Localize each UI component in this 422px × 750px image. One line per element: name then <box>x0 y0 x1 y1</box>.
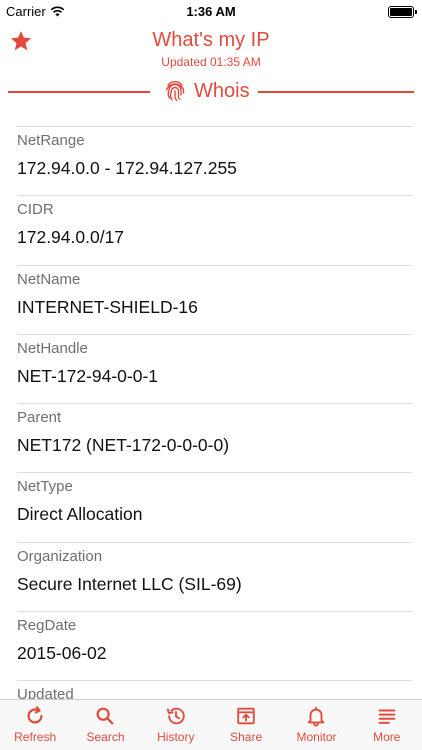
whois-row[interactable]: CIDR 172.94.0.0/17 <box>17 196 412 266</box>
app-header: What's my IP Updated 01:35 AM <box>0 24 422 72</box>
whois-value: 2015-06-02 <box>17 643 107 664</box>
whois-key: NetName <box>17 270 81 288</box>
section-label: Whois <box>194 79 250 102</box>
battery-icon <box>388 6 417 18</box>
refresh-icon <box>27 706 43 724</box>
whois-key: NetType <box>17 478 73 496</box>
history-icon <box>166 707 185 725</box>
whois-value: Secure Internet LLC (SIL-69) <box>17 573 242 594</box>
tab-more[interactable]: More <box>352 700 422 750</box>
menu-icon <box>378 709 396 724</box>
whois-row[interactable]: NetHandle NET-172-94-0-0-1 <box>17 335 412 405</box>
whois-key: Organization <box>17 547 103 565</box>
tab-history-label: History <box>157 730 195 744</box>
tab-monitor[interactable]: Monitor <box>281 700 351 750</box>
whois-value: Direct Allocation <box>17 504 143 525</box>
whois-key: NetRange <box>17 132 85 149</box>
whois-row[interactable]: Updated <box>17 681 412 699</box>
share-icon <box>237 707 255 725</box>
whois-row[interactable]: NetType Direct Allocation <box>17 473 412 543</box>
whois-value: 172.94.0.0/17 <box>17 227 125 248</box>
whois-value: NET172 (NET-172-0-0-0-0) <box>17 435 230 456</box>
whois-list[interactable]: NetRange 172.94.0.0 - 172.94.127.255 CIDR 1… <box>0 127 422 699</box>
whois-row[interactable]: RegDate 2015-06-02 <box>17 612 412 682</box>
whois-row[interactable]: NetName INTERNET-SHIELD-16 <box>17 266 412 335</box>
tab-monitor-label: Monitor <box>296 730 337 744</box>
tab-share-label: Share <box>230 730 263 744</box>
tab-history[interactable]: History <box>141 700 211 750</box>
whois-row[interactable]: Organization Secure Internet LLC (SIL-69) <box>17 543 412 613</box>
whois-key: Parent <box>17 409 62 427</box>
whois-key: Updated <box>17 686 74 699</box>
tab-search-label: Search <box>86 730 125 744</box>
updated-time: Updated 01:35 AM <box>161 55 261 69</box>
section-label-group: Whois <box>164 79 250 103</box>
section-header: Whois <box>8 78 414 106</box>
search-icon <box>97 707 114 725</box>
whois-key: NetHandle <box>17 339 88 357</box>
whois-row[interactable]: NetRange 172.94.0.0 - 172.94.127.255 <box>17 127 412 197</box>
tab-refresh[interactable]: Refresh <box>0 700 70 750</box>
page-title: What's my IP <box>152 29 270 51</box>
divider-line-left <box>8 91 150 93</box>
bell-icon <box>308 706 325 727</box>
status-time: 1:36 AM <box>186 4 236 19</box>
whois-value: NET-172-94-0-0-1 <box>17 365 159 386</box>
divider-line-right <box>258 91 414 93</box>
tab-search[interactable]: Search <box>70 700 140 750</box>
whois-key: RegDate <box>17 617 77 635</box>
whois-value: 172.94.0.0 - 172.94.127.255 <box>17 158 237 178</box>
tab-more-label: More <box>373 730 401 744</box>
tab-bar: Refresh Search History Share Monitor Mor… <box>0 699 422 750</box>
whois-value: INTERNET-SHIELD-16 <box>17 296 198 317</box>
fingerprint-icon <box>165 81 185 102</box>
whois-row[interactable]: Parent NET172 (NET-172-0-0-0-0) <box>17 404 412 474</box>
tab-refresh-label: Refresh <box>14 730 57 744</box>
battery-fill <box>390 8 412 16</box>
tab-share[interactable]: Share <box>211 700 281 750</box>
status-bar: Carrier 1:36 AM <box>0 0 422 24</box>
whois-key: CIDR <box>17 201 54 219</box>
